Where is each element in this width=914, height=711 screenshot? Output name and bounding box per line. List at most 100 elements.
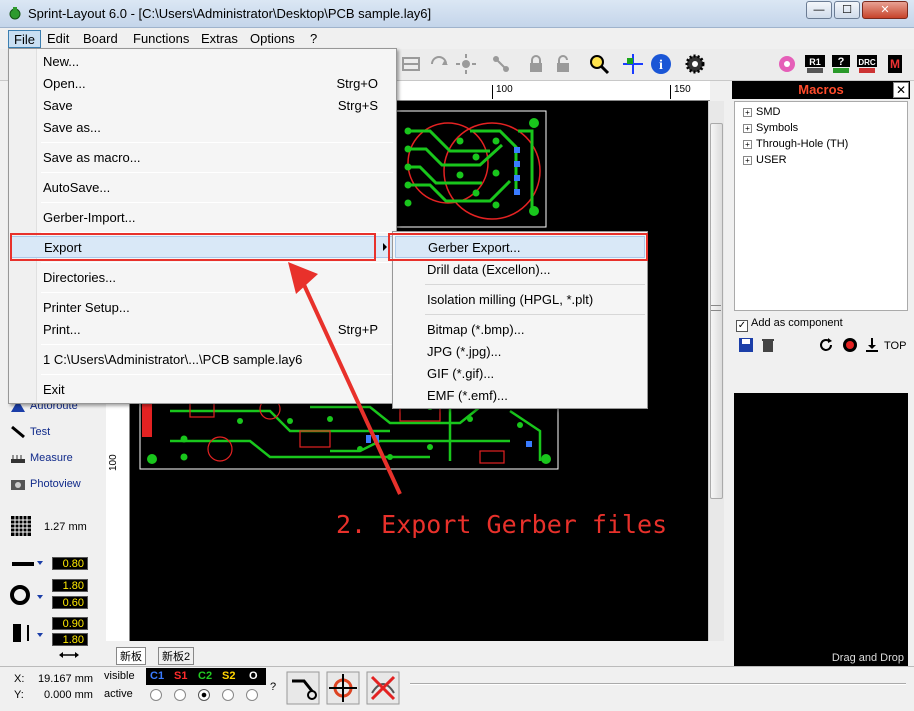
measure-label: Measure xyxy=(30,451,73,464)
submenu-item-jpg[interactable]: JPG (*.jpg)... xyxy=(395,341,645,363)
gear-icon[interactable] xyxy=(684,53,706,75)
zoom-icon[interactable] xyxy=(588,53,610,75)
menu-functions[interactable]: Functions xyxy=(128,30,194,48)
add-as-component-label: Add as component xyxy=(751,317,843,329)
canvas-vertical-scrollbar[interactable] xyxy=(708,101,724,641)
pad-inner-value[interactable]: 0.60 xyxy=(52,596,88,609)
menu-item-autosave[interactable]: AutoSave... xyxy=(11,177,394,199)
tree-item-smd[interactable]: + SMD xyxy=(743,106,780,118)
menu-item-save-as-macro[interactable]: Save as macro... xyxy=(11,147,394,169)
measure-tool[interactable]: Measure xyxy=(10,451,73,471)
tab-board-1[interactable]: 新板 xyxy=(116,647,146,665)
add-as-component-row[interactable]: ✓ Add as component xyxy=(736,317,843,332)
menu-edit[interactable]: Edit xyxy=(42,30,74,48)
test-tool[interactable]: Test xyxy=(10,425,50,445)
menu-help[interactable]: ? xyxy=(305,30,322,48)
trash-icon[interactable] xyxy=(760,337,776,353)
menu-item-save[interactable]: Save Strg+S xyxy=(11,95,394,117)
tree-item-symbols[interactable]: + Symbols xyxy=(743,122,798,134)
tab-board-2[interactable]: 新板2 xyxy=(158,647,195,665)
smd-width-value[interactable]: 0.90 xyxy=(52,617,88,630)
menu-file[interactable]: File xyxy=(8,30,41,48)
smd-height-value[interactable]: 1.80 xyxy=(52,633,88,646)
radio-o[interactable] xyxy=(246,689,258,701)
menu-item-open[interactable]: Open... Strg+O xyxy=(11,73,394,95)
menu-extras[interactable]: Extras xyxy=(196,30,243,48)
radio-s1[interactable] xyxy=(174,689,186,701)
r1-icon[interactable]: R1 xyxy=(804,53,826,75)
expand-icon[interactable]: + xyxy=(743,124,752,133)
add-as-component-checkbox[interactable]: ✓ xyxy=(736,320,748,332)
record-icon[interactable] xyxy=(842,337,858,353)
tree-item-user[interactable]: + USER xyxy=(743,154,787,166)
track-width-icon[interactable] xyxy=(10,555,44,573)
tree-item-through-hole[interactable]: + Through-Hole (TH) xyxy=(743,138,848,150)
close-button[interactable]: ✕ xyxy=(862,1,908,19)
menu-item-save-as[interactable]: Save as... xyxy=(11,117,394,139)
submenu-item-drill-data[interactable]: Drill data (Excellon)... xyxy=(395,259,645,281)
grid-size-value[interactable]: 1.27 mm xyxy=(44,521,87,533)
rotate-icon[interactable] xyxy=(428,53,450,75)
radio-s2[interactable] xyxy=(222,689,234,701)
camera-icon xyxy=(11,480,25,490)
connection-icon[interactable] xyxy=(490,53,512,75)
track-width-value[interactable]: 0.80 xyxy=(52,557,88,570)
download-icon[interactable] xyxy=(864,337,880,353)
lock-icon[interactable] xyxy=(525,53,547,75)
submenu-item-gif[interactable]: GIF (*.gif)... xyxy=(395,363,645,385)
macro-m-icon[interactable]: M xyxy=(884,53,906,75)
align-icon[interactable] xyxy=(400,53,422,75)
submenu-item-emf[interactable]: EMF (*.emf)... xyxy=(395,385,645,407)
swap-arrows-icon[interactable] xyxy=(58,649,80,661)
macros-title: Macros xyxy=(798,82,844,97)
menu-item-label: Printer Setup... xyxy=(43,300,130,315)
ruler-label-150: 150 xyxy=(674,84,691,95)
grid-icon[interactable] xyxy=(10,515,32,537)
no-connection-icon[interactable] xyxy=(366,671,400,705)
layer-s2[interactable]: S2 xyxy=(222,670,235,682)
menu-board[interactable]: Board xyxy=(78,30,123,48)
layers-help[interactable]: ? xyxy=(270,681,276,693)
radio-c2[interactable] xyxy=(198,689,210,701)
pad-icon[interactable] xyxy=(10,583,44,607)
smd-pad-icon[interactable] xyxy=(10,621,44,645)
unlock-icon[interactable] xyxy=(552,53,574,75)
menu-item-new[interactable]: New... xyxy=(11,51,394,73)
info-icon[interactable]: i xyxy=(650,53,672,75)
refresh-icon[interactable] xyxy=(818,337,834,353)
target-icon[interactable] xyxy=(326,671,360,705)
submenu-item-isolation-milling[interactable]: Isolation milling (HPGL, *.plt) xyxy=(395,289,645,311)
disc-icon[interactable] xyxy=(776,53,798,75)
ruler-icon xyxy=(11,455,25,463)
menu-item-gerber-import[interactable]: Gerber-Import... xyxy=(11,207,394,229)
radio-c1[interactable] xyxy=(150,689,162,701)
photoview-label: Photoview xyxy=(30,477,81,490)
expand-icon[interactable]: + xyxy=(743,108,752,117)
minimize-button[interactable]: — xyxy=(806,1,832,19)
track-route-icon[interactable] xyxy=(286,671,320,705)
svg-text:M: M xyxy=(890,57,900,71)
menu-options[interactable]: Options xyxy=(245,30,300,48)
layer-c1[interactable]: C1 xyxy=(150,670,164,682)
layer-s1[interactable]: S1 xyxy=(174,670,187,682)
drc-icon[interactable]: DRC xyxy=(856,53,878,75)
ruler-label-100: 100 xyxy=(496,84,513,95)
sun-icon[interactable] xyxy=(455,53,477,75)
submenu-item-label: Bitmap (*.bmp)... xyxy=(427,322,525,337)
pad-outer-value[interactable]: 1.80 xyxy=(52,579,88,592)
scrollbar-thumb[interactable] xyxy=(710,123,723,499)
crosshair-icon[interactable] xyxy=(622,53,644,75)
expand-icon[interactable]: + xyxy=(743,140,752,149)
macros-close-button[interactable]: ✕ xyxy=(893,82,909,98)
query-icon[interactable]: ? xyxy=(830,53,852,75)
submenu-item-label: JPG (*.jpg)... xyxy=(427,344,502,359)
macros-panel: Macros ✕ + SMD + Symbols + Through-Hole (TH… xyxy=(732,81,910,666)
expand-icon[interactable]: + xyxy=(743,156,752,165)
layer-c2[interactable]: C2 xyxy=(198,670,212,682)
submenu-item-bitmap[interactable]: Bitmap (*.bmp)... xyxy=(395,319,645,341)
layer-o[interactable]: O xyxy=(249,670,258,682)
maximize-button[interactable]: ☐ xyxy=(834,1,860,19)
photoview-tool[interactable]: Photoview xyxy=(10,477,81,497)
save-icon[interactable] xyxy=(738,337,754,353)
top-side-label[interactable]: TOP xyxy=(884,340,906,352)
